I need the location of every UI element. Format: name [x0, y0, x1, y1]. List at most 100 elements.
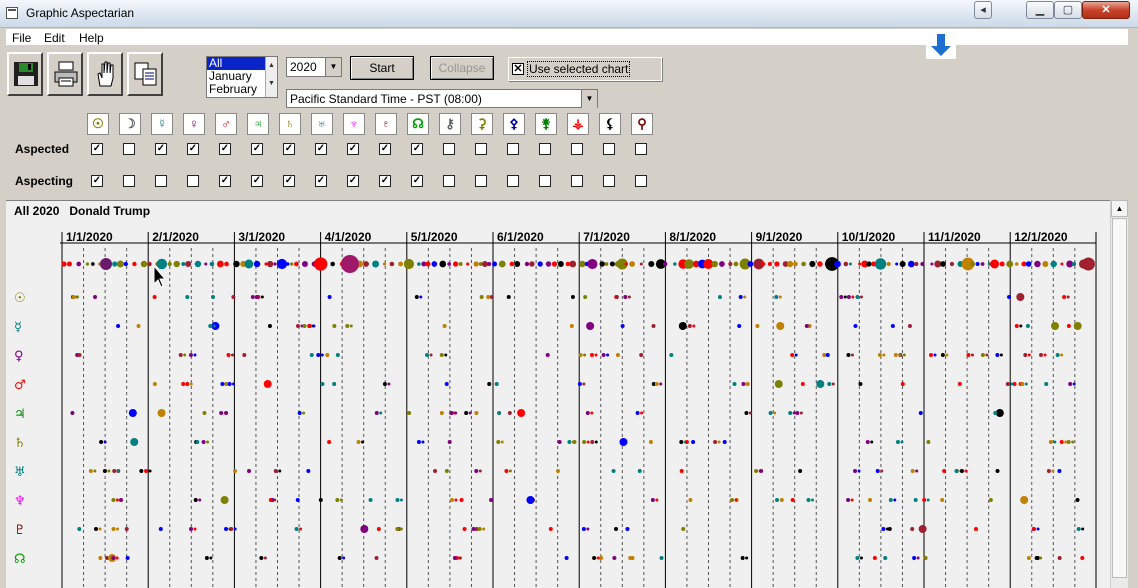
aspecting-checkbox-13[interactable]: [507, 175, 519, 187]
planet-header-7-icon[interactable]: ♅: [311, 113, 333, 135]
aspect-dot: [846, 295, 851, 299]
collapse-button[interactable]: Collapse: [430, 56, 494, 80]
planet-header-2-icon[interactable]: ☿: [151, 113, 173, 135]
aspect-dot: [374, 556, 379, 560]
save-button[interactable]: [7, 52, 43, 96]
planet-header-12-icon[interactable]: ⚳: [471, 113, 493, 135]
planet-header-6-icon[interactable]: ♄: [279, 113, 301, 135]
aspected-checkbox-4[interactable]: ✓: [219, 143, 231, 155]
aspecting-checkbox-15[interactable]: [571, 175, 583, 187]
aspect-dot: [713, 440, 718, 444]
menu-edit[interactable]: Edit: [44, 31, 65, 45]
chevron-down-icon[interactable]: ▼: [325, 58, 341, 76]
menu-file[interactable]: File: [12, 31, 31, 45]
checkbox-checked-icon[interactable]: ✕: [512, 63, 524, 75]
aspect-summary-dot: [866, 261, 872, 267]
use-selected-chart-checkbox[interactable]: ✕ Use selected chart: [508, 57, 662, 81]
aspect-dot: [755, 324, 760, 328]
aspected-checkbox-10[interactable]: ✓: [411, 143, 423, 155]
planet-header-15-icon[interactable]: ⚶: [567, 113, 589, 135]
planet-header-13-icon[interactable]: ⚴: [503, 113, 525, 135]
chevron-down-icon[interactable]: ▼: [581, 90, 597, 108]
aspect-dot: [623, 295, 628, 299]
aspecting-checkbox-14[interactable]: [539, 175, 551, 187]
timezone-select[interactable]: Pacific Standard Time - PST (08:00) ▼: [286, 89, 598, 108]
aspect-dot: [692, 324, 696, 328]
close-button[interactable]: ✕: [1082, 1, 1130, 19]
aspected-checkbox-5[interactable]: ✓: [251, 143, 263, 155]
aspecting-checkbox-4[interactable]: ✓: [219, 175, 231, 187]
planet-header-9-icon[interactable]: ♇: [375, 113, 397, 135]
aspect-dot: [99, 440, 104, 444]
aspecting-checkbox-0[interactable]: ✓: [91, 175, 103, 187]
aspecting-checkbox-11[interactable]: [443, 175, 455, 187]
aspect-dot: [846, 353, 851, 357]
aspected-checkbox-16[interactable]: [603, 143, 615, 155]
copy-button[interactable]: [127, 52, 163, 96]
aspect-dot: [1034, 556, 1039, 560]
aspected-checkbox-1[interactable]: [123, 143, 135, 155]
aspect-dot: [368, 498, 373, 502]
title-scroll-button[interactable]: ◂: [974, 1, 992, 19]
scrollbar-thumb[interactable]: [1112, 218, 1127, 578]
planet-header-1-icon[interactable]: ☽: [119, 113, 141, 135]
aspecting-checkbox-8[interactable]: ✓: [347, 175, 359, 187]
aspect-summary-dot: [167, 261, 172, 267]
aspect-dot: [224, 527, 229, 531]
start-button[interactable]: Start: [350, 56, 414, 80]
minimize-button[interactable]: ▁: [1026, 1, 1054, 19]
aspecting-checkbox-12[interactable]: [475, 175, 487, 187]
aspected-checkbox-8[interactable]: ✓: [347, 143, 359, 155]
aspecting-checkbox-9[interactable]: ✓: [379, 175, 391, 187]
planet-header-16-icon[interactable]: ⚸: [599, 113, 621, 135]
planet-header-0-icon[interactable]: ☉: [87, 113, 109, 135]
aspected-checkbox-7[interactable]: ✓: [315, 143, 327, 155]
aspect-dot: [474, 469, 479, 473]
aspected-checkbox-9[interactable]: ✓: [379, 143, 391, 155]
planet-header-17-icon[interactable]: ⚲: [631, 113, 653, 135]
month-listbox[interactable]: All January February ▲ ▼: [206, 56, 278, 98]
mouse-cursor-icon: [153, 264, 167, 288]
aspected-checkbox-6[interactable]: ✓: [283, 143, 295, 155]
aspected-checkbox-3[interactable]: ✓: [187, 143, 199, 155]
aspecting-checkbox-5[interactable]: ✓: [251, 175, 263, 187]
maximize-button[interactable]: ▢: [1054, 1, 1082, 19]
aspected-checkbox-2[interactable]: ✓: [155, 143, 167, 155]
year-select[interactable]: 2020 ▼: [286, 57, 342, 77]
aspected-checkbox-12[interactable]: [475, 143, 487, 155]
planet-header-3-icon[interactable]: ♀: [183, 113, 205, 135]
planet-header-11-icon[interactable]: ⚷: [439, 113, 461, 135]
aspected-checkbox-17[interactable]: [635, 143, 647, 155]
aspect-dot: [877, 353, 882, 357]
planet-header-4-icon[interactable]: ♂: [215, 113, 237, 135]
aspected-checkbox-13[interactable]: [507, 143, 519, 155]
planet-header-14-icon[interactable]: ⚵: [535, 113, 557, 135]
month-listbox-scrollbar[interactable]: ▲ ▼: [265, 57, 277, 97]
save-icon: [14, 62, 38, 86]
aspecting-checkbox-10[interactable]: ✓: [411, 175, 423, 187]
aspected-checkbox-14[interactable]: [539, 143, 551, 155]
aspecting-checkbox-2[interactable]: [155, 175, 167, 187]
planet-header-8-icon[interactable]: ♆: [343, 113, 365, 135]
aspecting-checkbox-6[interactable]: ✓: [283, 175, 295, 187]
planet-header-5-icon[interactable]: ♃: [247, 113, 269, 135]
aspect-dot: [158, 527, 163, 531]
hand-button[interactable]: [87, 52, 123, 96]
aspecting-checkbox-3[interactable]: [187, 175, 199, 187]
download-arrow-icon[interactable]: [926, 31, 956, 59]
aspected-checkbox-0[interactable]: ✓: [91, 143, 103, 155]
planet-header-10-icon[interactable]: ☊: [407, 113, 429, 135]
aspecting-checkbox-17[interactable]: [635, 175, 647, 187]
aspected-checkbox-15[interactable]: [571, 143, 583, 155]
print-button[interactable]: [47, 52, 83, 96]
aspected-checkbox-11[interactable]: [443, 143, 455, 155]
aspecting-checkbox-16[interactable]: [603, 175, 615, 187]
aspect-dot: [1057, 469, 1062, 473]
scroll-up-icon[interactable]: ▲: [1111, 200, 1128, 217]
aspect-dot: [77, 527, 82, 531]
menu-help[interactable]: Help: [79, 31, 104, 45]
aspect-dot: [885, 527, 889, 531]
chart-vertical-scrollbar[interactable]: ▲: [1110, 200, 1128, 588]
aspecting-checkbox-1[interactable]: [123, 175, 135, 187]
aspecting-checkbox-7[interactable]: ✓: [315, 175, 327, 187]
